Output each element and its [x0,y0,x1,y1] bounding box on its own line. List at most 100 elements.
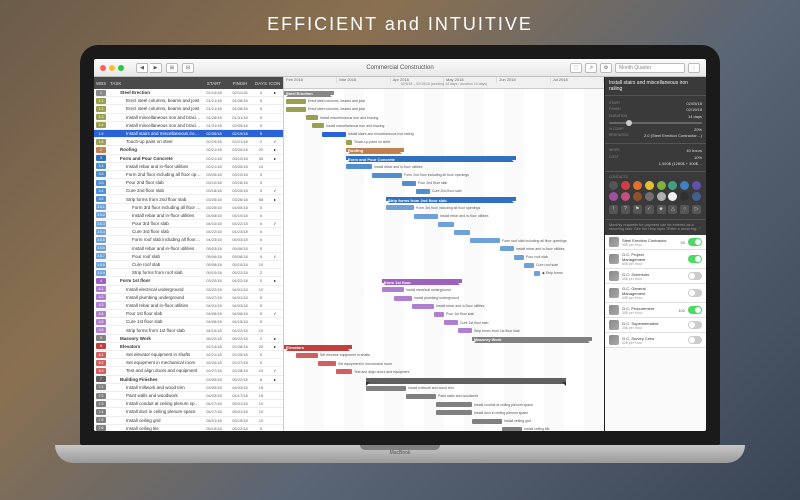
gantt-task-bar[interactable]: Install rebar and in-floor utilities [412,304,434,309]
color-swatch[interactable] [621,181,630,190]
color-picker[interactable] [609,179,702,203]
gantt-group-bar[interactable]: Form 1st floor [382,279,462,285]
icon-picker[interactable]: !?⚑✓⬥△○▷ [609,203,702,216]
gantt-task-bar[interactable]: Install rebar and in-floor utilities [414,214,438,219]
color-swatch[interactable] [657,192,666,201]
task-row[interactable]: 1.2 Erect steel columns, beams and joist… [94,105,283,113]
gantt-task-bar[interactable]: Form 3rd floor including all floor openi… [386,205,414,210]
task-row[interactable]: 6.3 Test and align doors and equipment 0… [94,367,283,375]
task-row[interactable]: 4.4 Pour 1st floor slab 04/08/1804/08/18… [94,310,283,318]
task-row[interactable]: 3.5.1 Form 3rd floor including all floor… [94,204,283,212]
task-row[interactable]: 7.4 Install duct in ceiling plenum space… [94,408,283,416]
gantt-task-bar[interactable]: Install plumbing underground [394,296,412,301]
gantt-task-bar[interactable]: Cure 2nd floor slab [416,189,430,194]
task-row[interactable]: 6.1 Set elevator equipment in shafts 02/… [94,351,283,359]
col-finish[interactable]: FINISH [227,81,253,86]
close-icon[interactable] [100,65,106,71]
nav-segment[interactable]: ◀ ▶ [136,63,162,73]
color-swatch[interactable] [609,192,618,201]
task-row[interactable]: 1.1 Erect steel columns, beams and joist… [94,97,283,105]
task-row[interactable]: 3.5.9 Strip forms from roof slab 05/10/1… [94,269,283,277]
resource-toggle[interactable] [688,289,702,297]
col-wbs[interactable]: WBS [96,81,110,86]
color-swatch[interactable] [657,181,666,190]
value-resource[interactable]: 2.0 (Steel Erection Contractor…) [644,133,702,138]
task-row[interactable]: 5 Masonry Work 05/22/1805/22/18 2▸ [94,335,283,343]
gantt-group-bar[interactable]: Roofing [346,148,404,154]
task-row[interactable]: 3.5.2 Install rebar and in-floor utiliti… [94,212,283,220]
icon-swatch[interactable]: △ [668,205,677,214]
gantt-task-bar[interactable]: Install ceiling grid [472,419,502,424]
resource-toggle[interactable] [688,238,702,246]
gantt-group-bar[interactable]: Strip forms from 2nd floor slab [386,197,516,203]
task-row[interactable]: 3.5.4 Cure 3rd floor slab 04/22/1804/23/… [94,228,283,236]
task-row[interactable]: 6 Elevators 01/14/1802/28/18 20▸ [94,343,283,351]
forward-button[interactable]: ▶ [150,63,162,73]
color-swatch[interactable] [621,192,630,201]
gantt-panel[interactable]: Feb 2018Mar 2018Apr 2018May 2018Jun 2018… [284,77,604,431]
gantt-task-bar[interactable]: Paint walls and woodwork [406,394,436,399]
resource-row[interactable]: G.C. Superintendent25$ per Hour [605,318,706,333]
gantt-task-bar[interactable]: Form 2nd floor including all floor openi… [372,173,402,178]
gantt-group-bar[interactable]: Steel Erection [284,91,334,97]
resource-row[interactable]: G.C. Scheduler35$ per Hour [605,269,706,284]
task-row[interactable]: 1.5 Install stairs and miscellaneous iro… [94,130,283,138]
duration-slider[interactable] [609,122,702,124]
gantt-group-bar[interactable]: Form and Pour Concrete [346,156,516,162]
resource-list[interactable]: Steel Erection Contractor50$ per Hour 50… [605,235,706,431]
value-work[interactable]: 40 hours [686,148,702,153]
task-row[interactable]: 3.5.5 Form roof slab including all floor… [94,236,283,244]
task-row[interactable]: 2 Roofing 02/21/1803/20/18 20▸ [94,146,283,154]
color-swatch[interactable] [692,181,701,190]
task-row[interactable]: 7 Building Finishes 03/05/1805/22/18 8▸ [94,376,283,384]
color-swatch[interactable] [692,192,701,201]
gantt-task-bar[interactable]: Install millwork and wood trim [366,386,406,391]
gantt-task-bar[interactable]: Strip forms from 1st floor slab [458,328,472,333]
icon-swatch[interactable]: ⚑ [633,205,642,214]
task-row[interactable]: 3.5.8 Cure roof slab 05/08/1805/10/18 10 [94,261,283,269]
task-row[interactable]: 4.2 Install plumbing underground 03/27/1… [94,294,283,302]
gantt-task-bar[interactable]: Erect steel columns, beams and joist [286,99,306,104]
icon-swatch[interactable]: ⬥ [657,205,666,214]
col-days[interactable]: DAYS [253,81,269,86]
gantt-task-bar[interactable] [438,222,454,227]
task-row[interactable]: 7.2 Paint walls and woodwork 04/03/1804/… [94,392,283,400]
icon-swatch[interactable]: ○ [680,205,689,214]
gantt-task-bar[interactable]: ◆ Strip forms [534,271,540,276]
task-row[interactable]: 7.5 Install ceiling grid 05/01/1805/15/1… [94,417,283,425]
gantt-task-bar[interactable]: Touch-up paint on steel [346,140,352,145]
gantt-task-bar[interactable]: Install miscellaneous iron and bracing [312,123,324,128]
col-task[interactable]: TASK [110,81,201,86]
gantt-task-bar[interactable]: Cure roof slab [524,263,534,268]
back-button[interactable]: ◀ [136,63,148,73]
value-complete[interactable]: 20% [694,127,702,132]
resource-row[interactable]: G.C. Survey Crew52$ per Hour [605,333,706,348]
task-row[interactable]: 3.4 Cure 2nd floor slab 03/18/1803/25/18… [94,187,283,195]
value-finish[interactable]: 02/19/18 [686,107,702,112]
gantt-task-bar[interactable]: Cure 1st floor slab [444,320,458,325]
col-start[interactable]: START [201,81,227,86]
task-row[interactable]: 4.5 Cure 1st floor slab 04/08/1804/15/18… [94,318,283,326]
task-row[interactable]: 3.3 Pour 2nd floor slab 03/10/1803/18/18… [94,179,283,187]
gantt-task-bar[interactable]: Pour 1st floor slab [434,312,444,317]
task-row[interactable]: 3.5.7 Pour roof slab 05/06/1805/08/18 5✓ [94,253,283,261]
grid-button[interactable]: ⊟ [182,63,194,73]
minimize-icon[interactable] [109,65,115,71]
resource-toggle[interactable] [688,255,702,263]
gantt-task-bar[interactable]: Pour roof slab [514,255,524,260]
task-row[interactable]: 3.5.6 Install rebar and in-floor utiliti… [94,245,283,253]
color-swatch[interactable] [680,192,689,201]
icon-swatch[interactable]: ▷ [692,205,701,214]
icon-swatch[interactable]: ✓ [645,205,654,214]
color-swatch[interactable] [668,181,677,190]
gantt-task-bar[interactable] [454,230,470,235]
gantt-task-bar[interactable]: Install conduit at ceiling plenum space [436,402,472,407]
task-row[interactable]: 4.1 Install electrical underground 03/22… [94,286,283,294]
resource-toggle[interactable] [688,272,702,280]
color-swatch[interactable] [609,181,618,190]
gantt-task-bar[interactable]: Pour 2nd floor slab [402,181,416,186]
icon-swatch[interactable]: ! [609,205,618,214]
task-row[interactable]: 7.6 Install ceiling tile 05/15/1805/22/1… [94,425,283,431]
task-row[interactable]: 7.1 Install millwork and wood trim 03/05… [94,384,283,392]
task-row[interactable]: 3.5 Strip forms from 2nd floor slab 03/2… [94,195,283,203]
